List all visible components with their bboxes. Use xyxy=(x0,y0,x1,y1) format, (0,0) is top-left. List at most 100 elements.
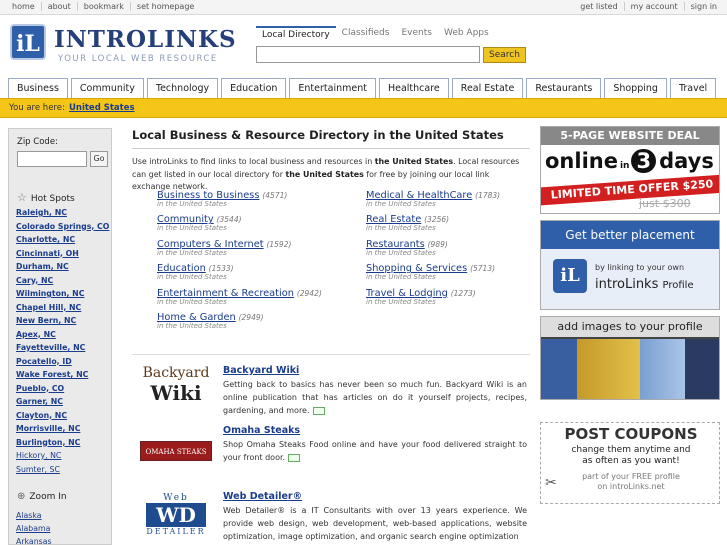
home-link[interactable]: home xyxy=(6,2,42,11)
website-deal-ad[interactable]: 5-PAGE WEBSITE DEAL online in 3 days LIMITE… xyxy=(540,126,720,214)
backyard-wiki-logo[interactable]: Backyard Wiki xyxy=(140,365,212,415)
category-location: in the United States xyxy=(366,248,436,257)
tab-classifieds[interactable]: Classifieds xyxy=(336,26,396,42)
ad-headline: POST COUPONS xyxy=(564,425,698,443)
hotspot-link[interactable]: Wilmington, NC xyxy=(16,289,109,303)
omaha-steaks-logo[interactable]: OMAHA STEAKS xyxy=(140,441,212,461)
breadcrumb-location-link[interactable]: United States xyxy=(69,103,135,113)
nav-healthcare[interactable]: Healthcare xyxy=(378,78,449,98)
main-content: Local Business & Resource Directory in t… xyxy=(132,128,530,541)
nav-real-estate[interactable]: Real Estate xyxy=(451,78,524,98)
nav-entertainment[interactable]: Entertainment xyxy=(289,78,376,98)
intro-part: Use introLinks to find links to local bu… xyxy=(132,157,375,166)
ad-text: change them anytime and xyxy=(571,445,691,455)
category-count: (1273) xyxy=(450,288,476,298)
hotspot-link[interactable]: Pueblo, CO xyxy=(16,384,109,398)
hotspot-link[interactable]: Wake Forest, NC xyxy=(16,370,109,384)
category-link[interactable]: Travel & Lodging xyxy=(366,288,448,299)
hotspot-link[interactable]: Fayetteville, NC xyxy=(16,343,109,357)
hotspot-link[interactable]: Raleigh, NC xyxy=(16,208,109,222)
tab-local-directory[interactable]: Local Directory xyxy=(256,26,336,42)
logo-text: Backyard xyxy=(142,365,210,381)
hotspot-link[interactable]: Garner, NC xyxy=(16,397,109,411)
nav-technology[interactable]: Technology xyxy=(146,78,219,98)
ad-offer-strip: LIMITED TIME OFFER $250 xyxy=(541,174,719,206)
star-icon: ☆ xyxy=(17,191,27,204)
listing-title[interactable]: Omaha Steaks xyxy=(223,425,300,436)
ad-headline: Get better placement xyxy=(541,221,719,249)
category-item: Computers & Internet (1592) in the United… xyxy=(157,239,337,257)
zoom-list: Alaska Alabama Arkansas xyxy=(16,511,52,545)
category-item: Shopping & Services (5713) in the United … xyxy=(366,263,546,281)
hotspot-link[interactable]: Colorado Springs, CO xyxy=(16,222,109,236)
ad-number: 3 xyxy=(631,149,657,173)
listing-omaha-steaks: OMAHA STEAKS Omaha Steaks Shop Omaha Ste… xyxy=(132,425,530,471)
hotspot-link[interactable]: Charlotte, NC xyxy=(16,235,109,249)
web-detailer-logo[interactable]: Web WD DETAILER xyxy=(140,493,212,545)
post-coupons-ad[interactable]: POST COUPONS change them anytime and as … xyxy=(540,422,720,504)
ad-headline: 5-PAGE WEBSITE DEAL xyxy=(541,127,719,145)
search-button[interactable]: Search xyxy=(483,47,526,63)
add-images-ad[interactable]: add images to your profile xyxy=(540,316,720,400)
hotspot-link[interactable]: Cincinnati, OH xyxy=(16,249,109,263)
category-item: Medical & HealthCare (1783) in the United… xyxy=(366,190,546,208)
sign-in-link[interactable]: sign in xyxy=(685,2,723,11)
listing-desc-text: Getting back to basics has never been so… xyxy=(223,380,527,415)
tab-web-apps[interactable]: Web Apps xyxy=(438,26,495,42)
search-input[interactable] xyxy=(256,46,480,63)
hotspot-link[interactable]: Apex, NC xyxy=(16,330,109,344)
listing-title[interactable]: Web Detailer® xyxy=(223,491,302,502)
hotspot-link[interactable]: New Bern, NC xyxy=(16,316,109,330)
category-count: (2949) xyxy=(238,313,264,322)
better-placement-ad[interactable]: Get better placement iL by linking to yo… xyxy=(540,220,720,310)
nav-travel[interactable]: Travel xyxy=(669,78,717,98)
hotspot-link[interactable]: Cary, NC xyxy=(16,276,109,290)
bookmark-link[interactable]: bookmark xyxy=(78,2,131,11)
zoom-state-link[interactable]: Alabama xyxy=(16,524,52,537)
ad-text: as often as you want! xyxy=(582,456,680,466)
hotspot-link[interactable]: Clayton, NC xyxy=(16,411,109,425)
category-count: (3256) xyxy=(424,215,450,225)
logo-tagline: YOUR LOCAL WEB RESOURCE xyxy=(58,54,218,64)
hotspot-link[interactable]: Durham, NC xyxy=(16,262,109,276)
zip-go-button[interactable]: Go xyxy=(90,151,108,167)
nav-restaurants[interactable]: Restaurants xyxy=(526,78,602,98)
zip-input[interactable] xyxy=(17,151,87,167)
scissors-icon: ✂ xyxy=(545,475,557,491)
category-location: in the United States xyxy=(157,248,227,257)
featured-listings: Backyard Wiki Backyard Wiki Getting back… xyxy=(132,354,530,541)
hotspot-link[interactable]: Chapel Hill, NC xyxy=(16,303,109,317)
zoom-state-link[interactable]: Arkansas xyxy=(16,537,52,545)
hotspot-link[interactable]: Hickory, NC xyxy=(16,451,109,465)
hotspot-link[interactable]: Pocatello, ID xyxy=(16,357,109,371)
tab-events[interactable]: Events xyxy=(395,26,437,42)
listing-backyard-wiki: Backyard Wiki Backyard Wiki Getting back… xyxy=(132,361,530,421)
ad-faint-text: just $300 xyxy=(639,197,691,210)
get-listed-link[interactable]: get listed xyxy=(574,2,625,11)
category-count: (4571) xyxy=(262,191,288,200)
info-badge-icon[interactable] xyxy=(288,453,301,462)
info-badge-icon[interactable] xyxy=(312,406,325,415)
breadcrumb-label: You are here: xyxy=(9,103,65,113)
category-link[interactable]: Entertainment & Recreation xyxy=(157,288,294,299)
about-link[interactable]: about xyxy=(42,2,78,11)
category-item: Community (3544) in the United States xyxy=(157,214,337,232)
ad-brand-line: introLinks Profile xyxy=(595,277,694,292)
hotspot-link[interactable]: Sumter, SC xyxy=(16,465,109,479)
sidebar: Zip Code: Go ☆ Hot Spots Raleigh, NC Color… xyxy=(8,128,112,545)
my-account-link[interactable]: my account xyxy=(625,2,685,11)
listing-title[interactable]: Backyard Wiki xyxy=(223,365,299,376)
nav-shopping[interactable]: Shopping xyxy=(604,78,667,98)
nav-business[interactable]: Business xyxy=(8,78,68,98)
category-location: in the United States xyxy=(157,322,227,330)
site-logo[interactable]: iL INTROLINKS YOUR LOCAL WEB RESOURCE xyxy=(10,24,236,68)
category-location: in the United States xyxy=(157,297,227,306)
hotspot-link[interactable]: Morrisville, NC xyxy=(16,424,109,438)
hotspot-link[interactable]: Burlington, NC xyxy=(16,438,109,452)
category-location: in the United States xyxy=(157,200,227,208)
zoom-state-link[interactable]: Alaska xyxy=(16,511,52,524)
set-homepage-link[interactable]: set homepage xyxy=(131,2,200,11)
nav-education[interactable]: Education xyxy=(221,78,287,98)
nav-community[interactable]: Community xyxy=(70,78,144,98)
breadcrumb: You are here: United States xyxy=(0,98,727,118)
